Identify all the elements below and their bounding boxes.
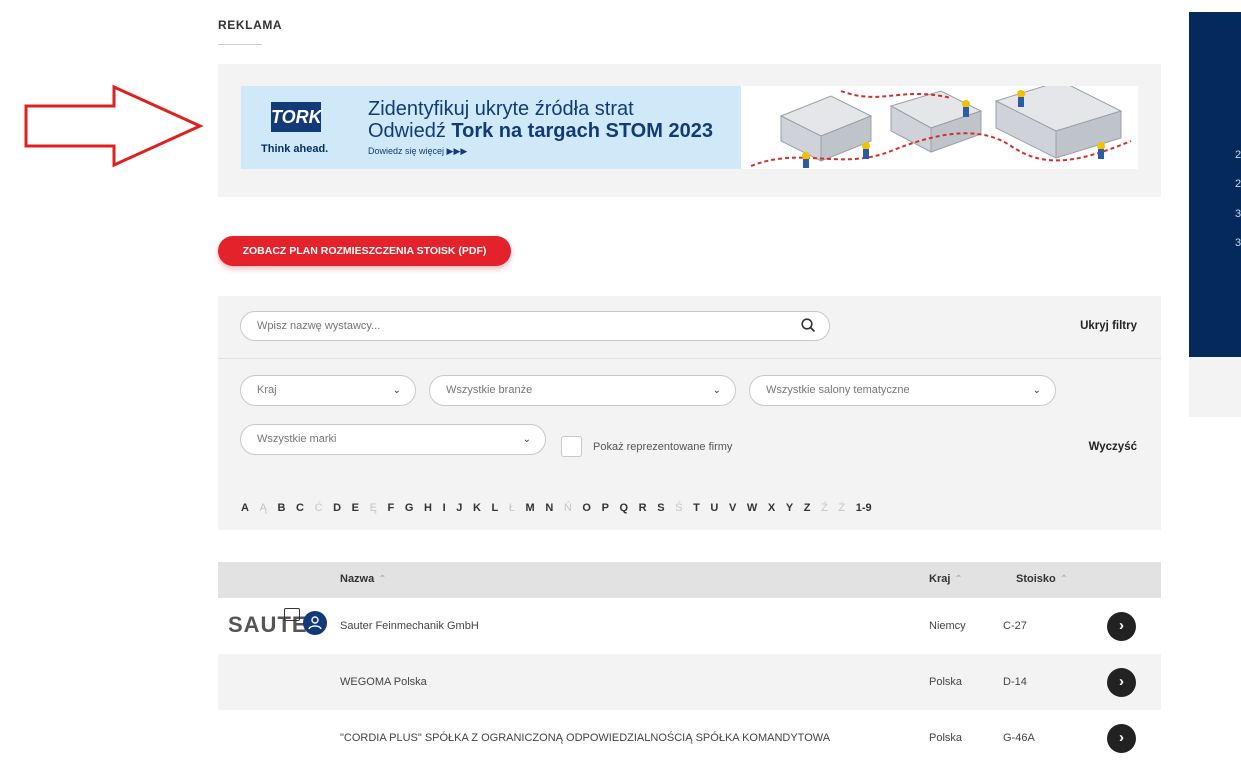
alphabet-letter-C[interactable]: C [296,502,304,514]
exhibitor-country: Polska [929,676,963,688]
ad-headline-1: Zidentyfikuj ukryte źródła strat [368,98,634,120]
column-header-name[interactable]: Nazwa ⌃ [340,573,387,585]
country-select[interactable]: Kraj ⌄ [240,375,416,406]
sidebar-number: 2 [1235,178,1241,190]
chevron-down-icon: ⌄ [1032,385,1041,396]
section-title-underline [218,44,262,45]
alphabet-letter-Z[interactable]: Z [804,502,811,514]
sort-icon: ⌃ [378,574,387,585]
section-title: REKLAMA [218,18,283,32]
clear-filters-link[interactable]: Wyczyść [1089,441,1137,453]
ad-factory-illustration [741,86,1138,169]
country-select-value: Kraj [257,384,277,396]
alphabet-letter-U[interactable]: U [710,502,718,514]
industry-select[interactable]: Wszystkie branże ⌄ [429,375,736,406]
alphabet-letter-E[interactable]: E [352,502,359,514]
open-exhibitor-button[interactable]: › [1107,724,1136,753]
show-represented-label: Pokaż reprezentowane firmy [593,441,733,453]
alphabet-filter: A Ą B C Ć D E Ę F G H I J K L Ł M N Ń O P Q R S Ś T U V W X Y Z Ź Ż 1-9 [241,502,882,514]
annotation-arrow-icon [24,84,204,168]
exhibitor-stand: C-27 [1003,620,1027,632]
salon-select-value: Wszystkie salony tematyczne [766,384,910,396]
hide-filters-link[interactable]: Ukryj filtry [1080,320,1137,332]
exhibitor-country: Polska [929,732,963,744]
sidebar-number: 2 [1235,149,1241,161]
table-row[interactable]: SAUTER Sauter Feinmechanik GmbH Niemcy C… [218,598,1161,654]
chevron-down-icon: ⌄ [392,385,401,396]
alphabet-letter-B[interactable]: B [277,502,285,514]
search-icon[interactable] [801,318,816,333]
alphabet-letter-W[interactable]: W [747,502,757,514]
tork-logo: TORK [271,102,322,132]
alphabet-letter-Ł: Ł [508,502,515,514]
alphabet-letter-L[interactable]: L [492,502,499,514]
alphabet-letter-M[interactable]: M [526,502,535,514]
alphabet-letter-D[interactable]: D [333,502,341,514]
alphabet-letter-A[interactable]: A [241,502,249,514]
exhibitor-badge-icon [284,608,300,621]
table-row[interactable]: WEGOMA Polska Polska D-14 › [218,654,1161,710]
alphabet-letter-Ś: Ś [675,502,683,514]
alphabet-letter-P[interactable]: P [602,502,609,514]
alphabet-letter-Ą: Ą [259,502,267,514]
sort-icon: ⌃ [954,574,963,585]
exhibitor-name[interactable]: WEGOMA Polska [340,676,427,688]
alphabet-letter-X[interactable]: X [768,502,775,514]
show-represented-checkbox[interactable] [561,436,582,457]
alphabet-letter-H[interactable]: H [424,502,432,514]
sidebar-number: 3 [1235,208,1241,220]
alphabet-letter-1-9[interactable]: 1-9 [856,502,872,514]
alphabet-letter-V[interactable]: V [729,502,736,514]
ad-cta-link[interactable]: Dowiedz się więcej ▶▶▶ [368,146,467,157]
chevron-down-icon: ⌄ [712,385,721,396]
alphabet-letter-O[interactable]: O [582,502,591,514]
alphabet-letter-F[interactable]: F [388,502,395,514]
sidebar-panel-footer [1189,357,1241,417]
alphabet-letter-Ź: Ź [821,502,828,514]
open-exhibitor-button[interactable]: › [1107,612,1136,641]
alphabet-letter-I[interactable]: I [443,502,446,514]
brand-select[interactable]: Wszystkie marki ⌄ [240,424,546,455]
column-header-stand[interactable]: Stoisko ⌃ [1016,573,1068,585]
alphabet-letter-N[interactable]: N [545,502,553,514]
column-header-country[interactable]: Kraj ⌃ [929,573,963,585]
alphabet-letter-Y[interactable]: Y [786,502,793,514]
salon-select[interactable]: Wszystkie salony tematyczne ⌄ [749,375,1056,406]
alphabet-letter-S[interactable]: S [657,502,664,514]
sidebar-number: 3 [1235,237,1241,249]
represented-company-icon [303,611,327,635]
exhibitor-name[interactable]: "CORDIA PLUS" SPÓŁKA Z OGRANICZONĄ ODPOW… [340,732,830,744]
exhibitor-country: Niemcy [929,620,966,632]
ad-banner[interactable]: TORK Think ahead. Zidentyfikuj ukryte źr… [241,86,1138,169]
floor-plan-pdf-button[interactable]: ZOBACZ PLAN ROZMIESZCZENIA STOISK (PDF) [218,236,511,266]
industry-select-value: Wszystkie branże [446,384,533,396]
exhibitor-stand: D-14 [1003,676,1027,688]
open-exhibitor-button[interactable]: › [1107,668,1136,697]
alphabet-letter-R[interactable]: R [639,502,647,514]
sidebar-panel [1189,12,1241,357]
tork-tagline: Think ahead. [261,143,329,155]
chevron-down-icon: ⌄ [522,434,531,445]
alphabet-letter-K[interactable]: K [473,502,481,514]
alphabet-letter-Ę: Ę [369,502,377,514]
ad-headline-2: Odwiedź Tork na targach STOM 2023 [368,120,713,142]
table-row[interactable]: "CORDIA PLUS" SPÓŁKA Z OGRANICZONĄ ODPOW… [218,710,1161,766]
table-header: Nazwa ⌃ Kraj ⌃ Stoisko ⌃ [218,562,1161,598]
exhibitor-name[interactable]: Sauter Feinmechanik GmbH [340,620,479,632]
alphabet-letter-T[interactable]: T [693,502,700,514]
alphabet-letter-G[interactable]: G [405,502,414,514]
alphabet-letter-Ż: Ż [838,502,846,514]
alphabet-letter-Q[interactable]: Q [620,502,629,514]
exhibitor-search-input[interactable] [240,311,830,341]
alphabet-letter-J[interactable]: J [456,502,462,514]
alphabet-letter-Ń: Ń [563,502,572,514]
exhibitor-stand: G-46A [1003,732,1035,744]
alphabet-letter-Ć: Ć [314,502,323,514]
brand-select-value: Wszystkie marki [257,433,337,445]
sort-icon: ⌃ [1059,574,1069,585]
filters-divider [218,358,1161,359]
